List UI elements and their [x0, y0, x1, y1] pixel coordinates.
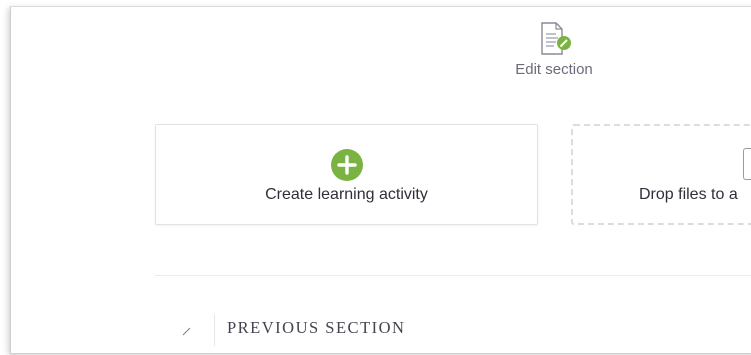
section-marker	[214, 314, 215, 346]
pencil-icon[interactable]	[181, 325, 193, 337]
file-upload-icon	[743, 148, 751, 180]
drop-files-zone[interactable]: Drop files to a	[571, 124, 751, 225]
edit-section-label: Edit section	[515, 61, 593, 78]
page-frame: Edit section Create learning activity Dr…	[10, 6, 751, 354]
create-activity-card[interactable]: Create learning activity	[155, 124, 538, 225]
create-activity-label: Create learning activity	[265, 186, 428, 203]
drop-files-label: Drop files to a	[639, 186, 738, 203]
plus-circle-icon	[331, 149, 363, 181]
previous-section-title[interactable]: PREVIOUS SECTION	[227, 318, 405, 338]
document-edit-icon	[541, 22, 571, 55]
edit-section-button[interactable]: Edit section	[499, 21, 609, 78]
section-divider	[155, 275, 751, 276]
